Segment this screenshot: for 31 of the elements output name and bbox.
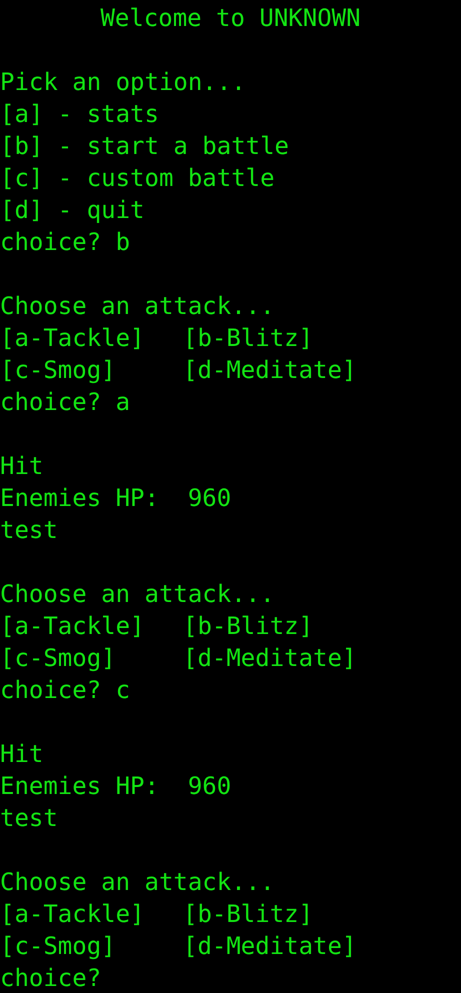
attack-option: [a-Tackle] [0,322,183,354]
attack-option: [d-Meditate] [183,930,356,962]
attack-option: [a-Tackle] [0,610,183,642]
terminal-line: [c] - custom battle [0,164,275,192]
terminal-line: Choose an attack... [0,868,275,896]
terminal-line: [a] - stats [0,100,159,128]
terminal-title: Welcome to UNKNOWN [100,4,361,32]
terminal-line: [d] - quit [0,196,144,224]
attack-option: [c-Smog] [0,354,183,386]
terminal-line: Choose an attack... [0,580,275,608]
terminal-line: choice? [0,964,102,992]
terminal-line: choice? a [0,388,130,416]
terminal-line: Enemies HP: 960 [0,484,232,512]
terminal-line: test [0,516,58,544]
attack-option: [c-Smog] [0,930,183,962]
attack-option: [c-Smog] [0,642,183,674]
terminal-line: Pick an option... [0,68,246,96]
attack-option: [d-Meditate] [183,354,356,386]
terminal-line: test [0,804,58,832]
terminal-line: [b] - start a battle [0,132,289,160]
attack-option: [a-Tackle] [0,898,183,930]
terminal-line: Hit [0,740,44,768]
attack-option: [b-Blitz] [183,610,314,642]
terminal-line: choice? c [0,676,130,704]
terminal-line: choice? b [0,228,130,256]
terminal-line: Enemies HP: 960 [0,772,232,800]
terminal-line: Choose an attack... [0,292,275,320]
attack-option: [b-Blitz] [183,898,314,930]
terminal-line: Hit [0,452,44,480]
attack-option: [b-Blitz] [183,322,314,354]
attack-option: [d-Meditate] [183,642,356,674]
